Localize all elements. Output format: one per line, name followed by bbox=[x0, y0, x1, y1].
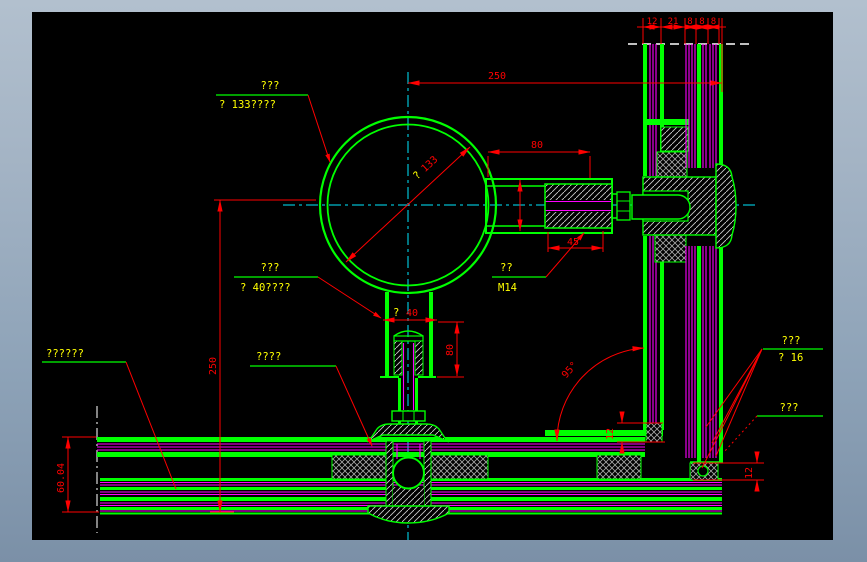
dim-8: 8 bbox=[711, 17, 716, 27]
dim-6004: 60.04 bbox=[56, 463, 67, 493]
dim-12-corner: 12 bbox=[605, 428, 616, 440]
pipe-label-line1: ??? bbox=[261, 80, 280, 92]
dim-250-left: 250 bbox=[208, 357, 219, 375]
inner-bolt-wall bbox=[393, 340, 403, 376]
bolt-shaft-round-nose bbox=[631, 194, 691, 220]
bolt-label-line1: ?? bbox=[500, 262, 513, 274]
inner-bolt-wall bbox=[414, 340, 424, 376]
dim-80-arm: 80 bbox=[531, 140, 543, 151]
ball-joint bbox=[392, 456, 425, 490]
corner-insulation-block bbox=[645, 422, 663, 443]
bolt-label-line2: M14 bbox=[498, 282, 517, 294]
dim-40-value: 40 bbox=[406, 308, 418, 319]
dim-250-top: 250 bbox=[488, 71, 506, 82]
weld-label-line1: ???? bbox=[256, 351, 281, 363]
rod-label-line1: ??? bbox=[782, 335, 801, 347]
panel-insulation-block bbox=[331, 454, 389, 480]
mullion-insulation-block bbox=[654, 231, 687, 263]
dim-8: 8 bbox=[687, 17, 692, 27]
dim-80-stem: 80 bbox=[445, 344, 456, 356]
rod-label-line2: ? 16 bbox=[778, 352, 803, 364]
stem-label-line1: ??? bbox=[261, 262, 280, 274]
arm-sleeve-hatch bbox=[545, 212, 612, 228]
mullion-hatch-block bbox=[660, 126, 689, 152]
drawing-canvas[interactable]: ? 133 12 21 8 8 8 250 80 45 ? 40 80 250 … bbox=[32, 12, 833, 549]
stem-label-line2: ? 40???? bbox=[240, 282, 291, 294]
pipe-label-line2: ? 133???? bbox=[219, 99, 276, 111]
panel-label-line1: ?????? bbox=[46, 348, 84, 360]
cad-detail-drawing: ? 133 12 21 8 8 8 250 80 45 ? 40 80 250 … bbox=[32, 12, 833, 549]
dim-8: 8 bbox=[699, 17, 704, 27]
dim-40-prefix: ? bbox=[393, 307, 399, 319]
dim-12-cap: 12 bbox=[744, 467, 755, 479]
glass-label-line1: ??? bbox=[780, 402, 799, 414]
arm-sleeve-hatch bbox=[545, 184, 612, 200]
hex-nut bbox=[391, 410, 426, 422]
dim-12: 12 bbox=[647, 17, 658, 27]
dim-21: 21 bbox=[668, 17, 679, 27]
bolt-hex-head bbox=[616, 191, 631, 221]
panel-insulation-block bbox=[596, 454, 642, 480]
spigot-cup-wall bbox=[423, 440, 432, 516]
cap-fastener-circle bbox=[697, 465, 709, 477]
spigot-cup-wall bbox=[385, 440, 394, 516]
panel-insulation-block bbox=[427, 454, 489, 480]
